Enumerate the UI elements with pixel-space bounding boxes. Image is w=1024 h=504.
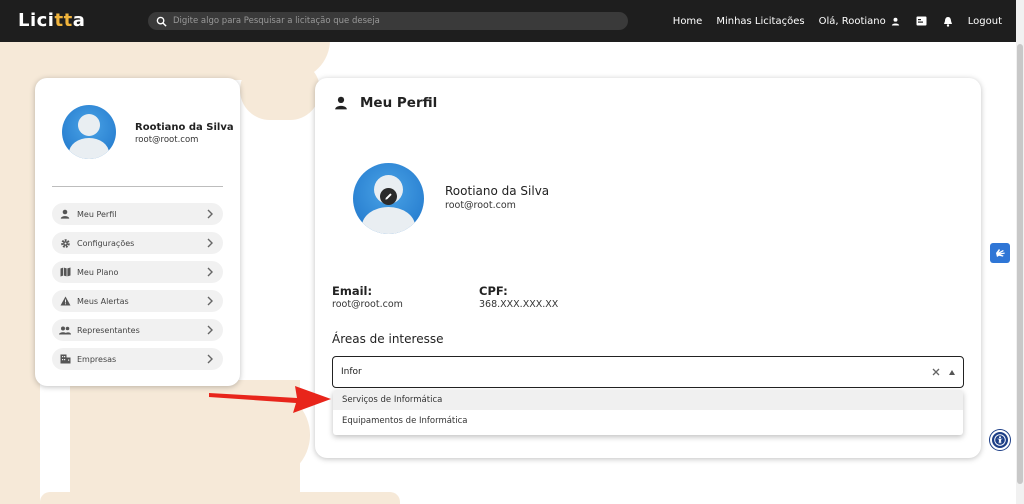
page-title: Meu Perfil — [360, 95, 438, 111]
chevron-right-icon — [207, 267, 213, 277]
areas-options-dropdown: Serviços de Informática Equipamentos de … — [333, 390, 963, 435]
search-input[interactable] — [173, 16, 613, 26]
option-equipamentos-informatica[interactable]: Equipamentos de Informática — [333, 411, 963, 431]
profile-user-email: root@root.com — [445, 200, 516, 211]
option-servicos-informatica[interactable]: Serviços de Informática — [333, 390, 963, 410]
avatar — [62, 105, 116, 159]
sidebar-item-label: Configurações — [77, 238, 135, 248]
areas-interest-combobox[interactable] — [332, 356, 964, 388]
logo-text: Lici — [18, 10, 55, 31]
search-icon — [156, 16, 167, 27]
sidebar-item-label: Meu Plano — [77, 267, 119, 277]
profile-menu: Meu Perfil Configurações Meu Plano Meus … — [52, 203, 223, 377]
edit-avatar-button[interactable] — [380, 188, 397, 205]
user-icon — [890, 15, 902, 27]
gear-icon — [59, 237, 71, 249]
id-card-icon[interactable] — [916, 15, 928, 27]
warning-icon — [59, 295, 71, 307]
scroll-thumb[interactable] — [1017, 44, 1023, 484]
sign-language-button[interactable] — [990, 243, 1010, 263]
pencil-icon — [385, 193, 392, 200]
background-shape — [0, 40, 40, 504]
hand-icon — [996, 249, 1005, 257]
sidebar-item-label: Empresas — [77, 354, 117, 364]
caret-up-icon[interactable] — [949, 370, 955, 375]
logo-text-end: a — [72, 10, 86, 31]
areas-interest-label: Áreas de interesse — [332, 332, 444, 346]
email-value: root@root.com — [332, 299, 403, 310]
sidebar-item-label: Meus Alertas — [77, 296, 129, 306]
nav-user-greeting[interactable]: Olá, Rootiano — [819, 15, 902, 27]
sidebar-item-meu-plano[interactable]: Meu Plano — [52, 261, 223, 283]
sidebar-item-meus-alertas[interactable]: Meus Alertas — [52, 290, 223, 312]
map-icon — [59, 266, 71, 278]
areas-interest-input[interactable] — [341, 367, 901, 377]
logo-accent-text: tt — [54, 10, 73, 31]
accessibility-icon — [994, 434, 1006, 446]
sidebar-user-name: Rootiano da Silva — [135, 122, 234, 133]
group-icon — [59, 324, 71, 336]
nav-minhas-licitacoes[interactable]: Minhas Licitações — [716, 16, 804, 27]
annotation-arrow — [209, 386, 331, 413]
bell-icon[interactable] — [942, 15, 954, 27]
email-label: Email: — [332, 284, 373, 298]
sidebar-user-email: root@root.com — [135, 135, 199, 145]
sidebar-item-meu-perfil[interactable]: Meu Perfil — [52, 203, 223, 225]
greeting-text: Olá, Rootiano — [818, 15, 886, 27]
chevron-right-icon — [207, 209, 213, 219]
search-bar[interactable] — [148, 12, 628, 30]
cpf-value: 368.XXX.XXX.XX — [479, 299, 559, 310]
cpf-label: CPF: — [479, 284, 508, 298]
sidebar-item-label: Meu Perfil — [77, 209, 117, 219]
app-logo[interactable]: Licitta — [18, 10, 85, 31]
sidebar-item-empresas[interactable]: Empresas — [52, 348, 223, 370]
nav-links: Home Minhas Licitações Olá, Rootiano Log… — [673, 0, 1002, 42]
building-icon — [59, 353, 71, 365]
profile-sidebar-card: Rootiano da Silva root@root.com Meu Perf… — [35, 78, 240, 386]
chevron-right-icon — [207, 296, 213, 306]
profile-user-name: Rootiano da Silva — [445, 184, 550, 198]
sidebar-item-configuracoes[interactable]: Configurações — [52, 232, 223, 254]
divider — [52, 186, 223, 187]
person-icon — [59, 208, 71, 220]
clear-icon[interactable] — [931, 367, 941, 377]
background-shape — [40, 492, 400, 504]
accessibility-button[interactable] — [990, 430, 1010, 450]
sidebar-item-label: Representantes — [77, 325, 140, 335]
chevron-right-icon — [207, 325, 213, 335]
chevron-right-icon — [207, 354, 213, 364]
background-shape — [240, 60, 320, 120]
person-icon — [335, 96, 347, 110]
nav-home[interactable]: Home — [673, 16, 703, 27]
nav-logout[interactable]: Logout — [968, 16, 1002, 27]
top-navbar: Licitta Home Minhas Licitações Olá, Root… — [0, 0, 1016, 42]
page-scrollbar[interactable] — [1016, 0, 1024, 504]
chevron-right-icon — [207, 238, 213, 248]
sidebar-item-representantes[interactable]: Representantes — [52, 319, 223, 341]
